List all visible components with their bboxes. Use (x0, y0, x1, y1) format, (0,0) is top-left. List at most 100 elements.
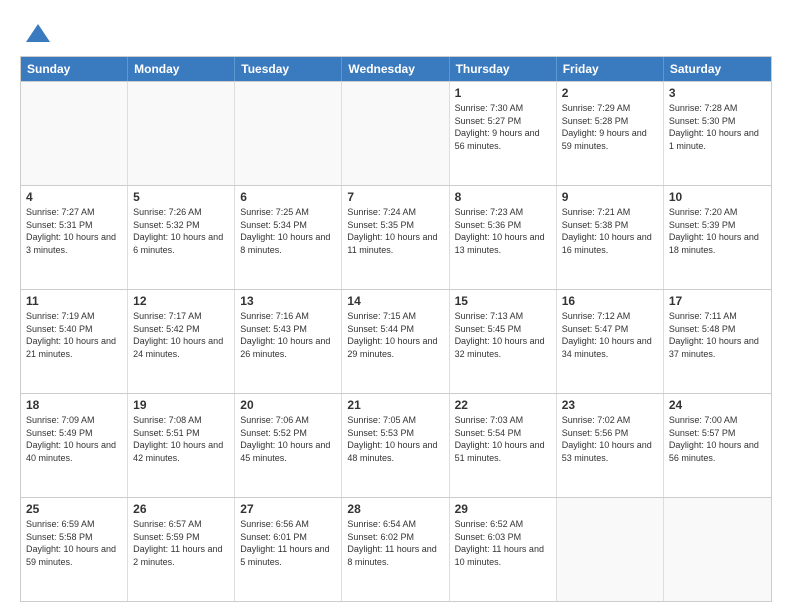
day-info: Sunrise: 7:12 AMSunset: 5:47 PMDaylight:… (562, 310, 658, 360)
day-number: 14 (347, 294, 443, 308)
calendar-cell: 28 Sunrise: 6:54 AMSunset: 6:02 PMDayligh… (342, 498, 449, 601)
day-info: Sunrise: 6:57 AMSunset: 5:59 PMDaylight:… (133, 518, 229, 568)
calendar-cell: 29 Sunrise: 6:52 AMSunset: 6:03 PMDayligh… (450, 498, 557, 601)
calendar-cell: 2 Sunrise: 7:29 AMSunset: 5:28 PMDaylight… (557, 82, 664, 185)
calendar-cell: 6 Sunrise: 7:25 AMSunset: 5:34 PMDaylight… (235, 186, 342, 289)
day-info: Sunrise: 7:30 AMSunset: 5:27 PMDaylight:… (455, 102, 551, 152)
day-header-saturday: Saturday (664, 57, 771, 81)
calendar-cell: 19 Sunrise: 7:08 AMSunset: 5:51 PMDayligh… (128, 394, 235, 497)
day-info: Sunrise: 7:13 AMSunset: 5:45 PMDaylight:… (455, 310, 551, 360)
day-number: 22 (455, 398, 551, 412)
day-number: 16 (562, 294, 658, 308)
day-info: Sunrise: 7:06 AMSunset: 5:52 PMDaylight:… (240, 414, 336, 464)
calendar-row-3: 11 Sunrise: 7:19 AMSunset: 5:40 PMDayligh… (21, 289, 771, 393)
day-number: 2 (562, 86, 658, 100)
day-info: Sunrise: 7:23 AMSunset: 5:36 PMDaylight:… (455, 206, 551, 256)
day-info: Sunrise: 7:25 AMSunset: 5:34 PMDaylight:… (240, 206, 336, 256)
calendar-cell: 23 Sunrise: 7:02 AMSunset: 5:56 PMDayligh… (557, 394, 664, 497)
day-info: Sunrise: 6:56 AMSunset: 6:01 PMDaylight:… (240, 518, 336, 568)
calendar-cell: 18 Sunrise: 7:09 AMSunset: 5:49 PMDayligh… (21, 394, 128, 497)
day-number: 13 (240, 294, 336, 308)
calendar-cell: 24 Sunrise: 7:00 AMSunset: 5:57 PMDayligh… (664, 394, 771, 497)
day-number: 17 (669, 294, 766, 308)
calendar-cell: 4 Sunrise: 7:27 AMSunset: 5:31 PMDaylight… (21, 186, 128, 289)
day-number: 8 (455, 190, 551, 204)
day-number: 27 (240, 502, 336, 516)
day-info: Sunrise: 7:08 AMSunset: 5:51 PMDaylight:… (133, 414, 229, 464)
day-info: Sunrise: 6:52 AMSunset: 6:03 PMDaylight:… (455, 518, 551, 568)
logo-icon (24, 20, 52, 48)
day-number: 12 (133, 294, 229, 308)
calendar-cell: 21 Sunrise: 7:05 AMSunset: 5:53 PMDayligh… (342, 394, 449, 497)
day-number: 5 (133, 190, 229, 204)
day-number: 4 (26, 190, 122, 204)
calendar-cell (128, 82, 235, 185)
day-info: Sunrise: 7:28 AMSunset: 5:30 PMDaylight:… (669, 102, 766, 152)
day-info: Sunrise: 7:19 AMSunset: 5:40 PMDaylight:… (26, 310, 122, 360)
day-number: 24 (669, 398, 766, 412)
calendar-cell: 13 Sunrise: 7:16 AMSunset: 5:43 PMDayligh… (235, 290, 342, 393)
day-number: 28 (347, 502, 443, 516)
day-info: Sunrise: 7:17 AMSunset: 5:42 PMDaylight:… (133, 310, 229, 360)
calendar-cell: 9Sunrise: 7:21 AMSunset: 5:38 PMDaylight… (557, 186, 664, 289)
calendar-cell: 10Sunrise: 7:20 AMSunset: 5:39 PMDayligh… (664, 186, 771, 289)
day-number: 20 (240, 398, 336, 412)
day-header-wednesday: Wednesday (342, 57, 449, 81)
day-number: 15 (455, 294, 551, 308)
day-info: Sunrise: 7:00 AMSunset: 5:57 PMDaylight:… (669, 414, 766, 464)
day-info: Sunrise: 7:24 AMSunset: 5:35 PMDaylight:… (347, 206, 443, 256)
day-info: Sunrise: 7:09 AMSunset: 5:49 PMDaylight:… (26, 414, 122, 464)
day-header-tuesday: Tuesday (235, 57, 342, 81)
day-info: Sunrise: 6:54 AMSunset: 6:02 PMDaylight:… (347, 518, 443, 568)
day-info: Sunrise: 7:26 AMSunset: 5:32 PMDaylight:… (133, 206, 229, 256)
day-header-monday: Monday (128, 57, 235, 81)
day-number: 18 (26, 398, 122, 412)
day-info: Sunrise: 7:02 AMSunset: 5:56 PMDaylight:… (562, 414, 658, 464)
calendar-cell: 27 Sunrise: 6:56 AMSunset: 6:01 PMDayligh… (235, 498, 342, 601)
calendar-cell: 3Sunrise: 7:28 AMSunset: 5:30 PMDaylight… (664, 82, 771, 185)
day-info: Sunrise: 7:15 AMSunset: 5:44 PMDaylight:… (347, 310, 443, 360)
day-info: Sunrise: 7:21 AMSunset: 5:38 PMDaylight:… (562, 206, 658, 256)
day-number: 21 (347, 398, 443, 412)
day-number: 25 (26, 502, 122, 516)
calendar-row-5: 25 Sunrise: 6:59 AMSunset: 5:58 PMDayligh… (21, 497, 771, 601)
day-number: 11 (26, 294, 122, 308)
calendar-row-2: 4 Sunrise: 7:27 AMSunset: 5:31 PMDaylight… (21, 185, 771, 289)
calendar-cell: 22 Sunrise: 7:03 AMSunset: 5:54 PMDayligh… (450, 394, 557, 497)
calendar-cell: 17 Sunrise: 7:11 AMSunset: 5:48 PMDayligh… (664, 290, 771, 393)
day-number: 23 (562, 398, 658, 412)
day-number: 29 (455, 502, 551, 516)
day-info: Sunrise: 7:03 AMSunset: 5:54 PMDaylight:… (455, 414, 551, 464)
day-info: Sunrise: 7:05 AMSunset: 5:53 PMDaylight:… (347, 414, 443, 464)
calendar-cell (21, 82, 128, 185)
day-header-thursday: Thursday (450, 57, 557, 81)
calendar-cell: 16 Sunrise: 7:12 AMSunset: 5:47 PMDayligh… (557, 290, 664, 393)
calendar-cell: 25 Sunrise: 6:59 AMSunset: 5:58 PMDayligh… (21, 498, 128, 601)
calendar-cell: 7 Sunrise: 7:24 AMSunset: 5:35 PMDaylight… (342, 186, 449, 289)
calendar-header: SundayMondayTuesdayWednesdayThursdayFrid… (21, 57, 771, 81)
calendar-cell: 20 Sunrise: 7:06 AMSunset: 5:52 PMDayligh… (235, 394, 342, 497)
day-info: Sunrise: 7:16 AMSunset: 5:43 PMDaylight:… (240, 310, 336, 360)
day-number: 6 (240, 190, 336, 204)
calendar-cell: 14 Sunrise: 7:15 AMSunset: 5:44 PMDayligh… (342, 290, 449, 393)
calendar-cell: 5 Sunrise: 7:26 AMSunset: 5:32 PMDaylight… (128, 186, 235, 289)
day-number: 19 (133, 398, 229, 412)
day-number: 26 (133, 502, 229, 516)
day-info: Sunrise: 7:11 AMSunset: 5:48 PMDaylight:… (669, 310, 766, 360)
calendar-cell: 26 Sunrise: 6:57 AMSunset: 5:59 PMDayligh… (128, 498, 235, 601)
page-header (20, 16, 772, 48)
day-number: 1 (455, 86, 551, 100)
calendar-cell (235, 82, 342, 185)
calendar-cell: 15 Sunrise: 7:13 AMSunset: 5:45 PMDayligh… (450, 290, 557, 393)
day-number: 7 (347, 190, 443, 204)
calendar-cell (557, 498, 664, 601)
day-info: Sunrise: 6:59 AMSunset: 5:58 PMDaylight:… (26, 518, 122, 568)
day-info: Sunrise: 7:27 AMSunset: 5:31 PMDaylight:… (26, 206, 122, 256)
calendar-row-4: 18 Sunrise: 7:09 AMSunset: 5:49 PMDayligh… (21, 393, 771, 497)
day-info: Sunrise: 7:20 AMSunset: 5:39 PMDaylight:… (669, 206, 766, 256)
calendar: SundayMondayTuesdayWednesdayThursdayFrid… (20, 56, 772, 602)
day-info: Sunrise: 7:29 AMSunset: 5:28 PMDaylight:… (562, 102, 658, 152)
day-header-sunday: Sunday (21, 57, 128, 81)
logo (20, 20, 52, 48)
calendar-cell (342, 82, 449, 185)
